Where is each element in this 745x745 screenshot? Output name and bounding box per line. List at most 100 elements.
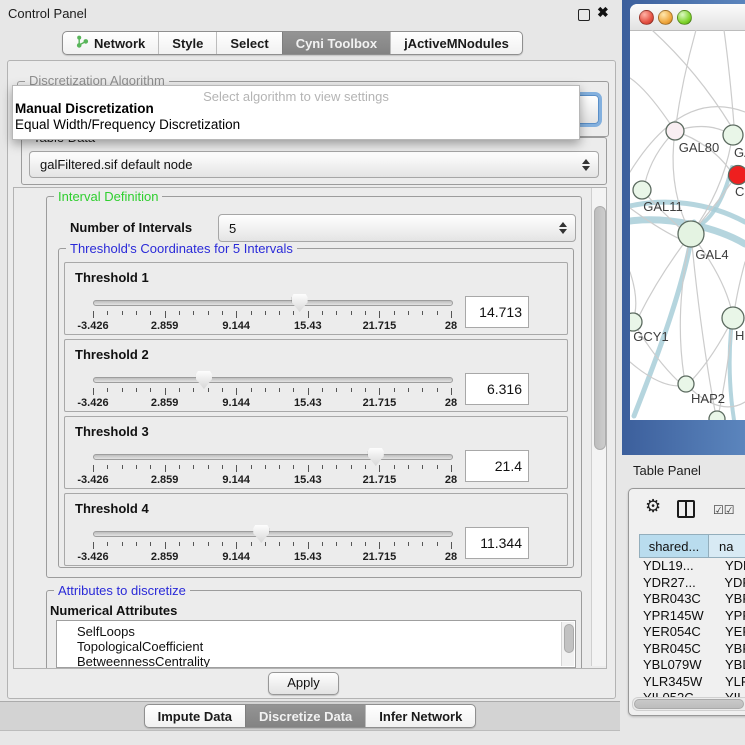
slider-thumb[interactable] <box>292 294 308 312</box>
apply-button[interactable]: Apply <box>268 672 339 695</box>
slider-track[interactable] <box>93 377 453 383</box>
minimize-traffic-light-icon[interactable] <box>658 10 673 25</box>
network-node[interactable] <box>666 122 684 140</box>
slider-tick-label: 28 <box>445 397 457 409</box>
threshold-4-slider[interactable]: -3.4262.8599.14415.4321.71528 <box>93 526 451 564</box>
network-window-titlebar[interactable] <box>630 4 745 31</box>
tab-cyni-toolbox[interactable]: Cyni Toolbox <box>282 32 390 54</box>
slider-tick-label: 28 <box>445 320 457 332</box>
slider-tick <box>394 542 395 546</box>
slider-track[interactable] <box>93 300 453 306</box>
list-item[interactable]: SelfLoops <box>77 624 135 639</box>
column-visibility-icon[interactable]: ☑☑ <box>713 503 735 517</box>
slider-track[interactable] <box>93 454 453 460</box>
slider-tick <box>136 542 137 546</box>
slider-tick <box>107 388 108 392</box>
slider-tick <box>208 388 209 392</box>
slider-thumb[interactable] <box>196 371 212 389</box>
cyni-toolbox-content: Discretization Algorithm Table Data galF… <box>7 60 616 699</box>
list-scrollbar[interactable] <box>561 622 574 666</box>
settings-gear-icon[interactable]: ⚙ <box>645 497 661 515</box>
tab-infer-network[interactable]: Infer Network <box>365 705 475 727</box>
table-row[interactable]: YPR145WYPR1 <box>639 608 745 625</box>
network-node[interactable] <box>722 307 744 329</box>
slider-track[interactable] <box>93 531 453 537</box>
slider-tick <box>279 542 280 546</box>
slider-tick <box>122 311 123 315</box>
network-edge[interactable] <box>630 78 675 131</box>
table-row[interactable]: YER054CYER0 <box>639 624 745 641</box>
dropdown-option-equal-width[interactable]: Equal Width/Frequency Discretization <box>15 117 240 132</box>
close-icon[interactable]: ✖ <box>597 4 609 21</box>
slider-tick-label: 9.144 <box>222 474 250 486</box>
slider-tick <box>422 465 423 469</box>
slider-thumb[interactable] <box>368 448 384 466</box>
slider-tick-label: 15.43 <box>294 551 322 563</box>
threshold-4-value-field[interactable]: 11.344 <box>465 527 529 559</box>
tab-select[interactable]: Select <box>216 32 281 54</box>
slider-tick <box>236 542 237 549</box>
threshold-1-slider[interactable]: -3.4262.8599.14415.4321.71528 <box>93 295 451 333</box>
top-tab-bar: Network Style Select Cyni Toolbox jActiv… <box>62 31 523 55</box>
slider-tick-label: 15.43 <box>294 320 322 332</box>
vertical-scrollbar[interactable] <box>591 188 606 666</box>
cell-shared: YBL079W <box>639 657 711 674</box>
slider-tick <box>365 388 366 392</box>
table-row[interactable]: YBL079WYBL0 <box>639 657 745 674</box>
threshold-2-slider[interactable]: -3.4262.8599.14415.4321.71528 <box>93 372 451 410</box>
slider-thumb[interactable] <box>253 525 269 543</box>
network-edge[interactable] <box>735 262 745 307</box>
tab-style[interactable]: Style <box>158 32 216 54</box>
threshold-3-value-field[interactable]: 21.4 <box>465 450 529 482</box>
network-node[interactable] <box>723 125 743 145</box>
list-item[interactable]: BetweennessCentrality <box>77 654 210 668</box>
network-edge[interactable] <box>675 30 696 131</box>
slider-tick <box>437 311 438 315</box>
slider-tick <box>193 388 194 392</box>
network-canvas[interactable]: GAL80GACGAL11GAL4GCY1HHAP2 <box>630 30 745 420</box>
table-data-select[interactable]: galFiltered.sif default node <box>29 151 599 178</box>
slider-tick <box>379 542 380 549</box>
slider-tick <box>394 388 395 392</box>
split-panel-icon[interactable] <box>677 500 695 518</box>
num-intervals-select[interactable]: 5 <box>218 214 576 242</box>
slider-tick <box>193 465 194 469</box>
scrollbar-thumb[interactable] <box>564 624 574 653</box>
network-node[interactable] <box>709 411 725 420</box>
scrollbar-thumb[interactable] <box>594 206 606 450</box>
threshold-2-value-field[interactable]: 6.316 <box>465 373 529 405</box>
column-header-name[interactable]: na <box>709 534 745 558</box>
table-row[interactable]: YBR043CYBR0 <box>639 591 745 608</box>
table-row[interactable]: YDR27...YDR2 <box>639 575 745 592</box>
column-header-shared[interactable]: shared... <box>639 534 709 558</box>
threshold-1-value-field[interactable]: 14.713 <box>465 296 529 328</box>
slider-tick <box>293 542 294 546</box>
network-edge[interactable] <box>724 30 734 125</box>
slider-tick <box>165 388 166 395</box>
float-window-icon[interactable] <box>578 9 590 21</box>
table-row[interactable]: YLR345WYLR3 <box>639 674 745 691</box>
network-node[interactable] <box>633 181 651 199</box>
network-node[interactable] <box>678 376 694 392</box>
close-traffic-light-icon[interactable] <box>639 10 654 25</box>
table-row[interactable]: YBR045CYBR0 <box>639 641 745 658</box>
list-item[interactable]: TopologicalCoefficient <box>77 639 203 654</box>
slider-tick <box>236 465 237 472</box>
tab-jactivemnodules[interactable]: jActiveMNodules <box>390 32 522 54</box>
zoom-traffic-light-icon[interactable] <box>677 10 692 25</box>
horizontal-scrollbar[interactable] <box>632 697 745 711</box>
network-node[interactable] <box>729 166 745 185</box>
dropdown-option-manual[interactable]: Manual Discretization <box>15 101 154 116</box>
tab-discretize-data[interactable]: Discretize Data <box>245 705 365 727</box>
slider-tick <box>322 388 323 392</box>
numerical-attributes-list[interactable]: SelfLoops TopologicalCoefficient Between… <box>56 620 576 668</box>
threshold-3-slider[interactable]: -3.4262.8599.14415.4321.71528 <box>93 449 451 487</box>
tab-impute-data[interactable]: Impute Data <box>145 705 245 727</box>
threshold-label: Threshold 1 <box>75 270 149 285</box>
network-node[interactable] <box>678 221 704 247</box>
table-row[interactable]: YDL19...YDL1 <box>639 558 745 575</box>
scrollbar-thumb[interactable] <box>634 699 744 709</box>
network-edge[interactable] <box>630 272 636 313</box>
tab-network[interactable]: Network <box>63 32 158 54</box>
network-node-label: C <box>735 184 744 199</box>
